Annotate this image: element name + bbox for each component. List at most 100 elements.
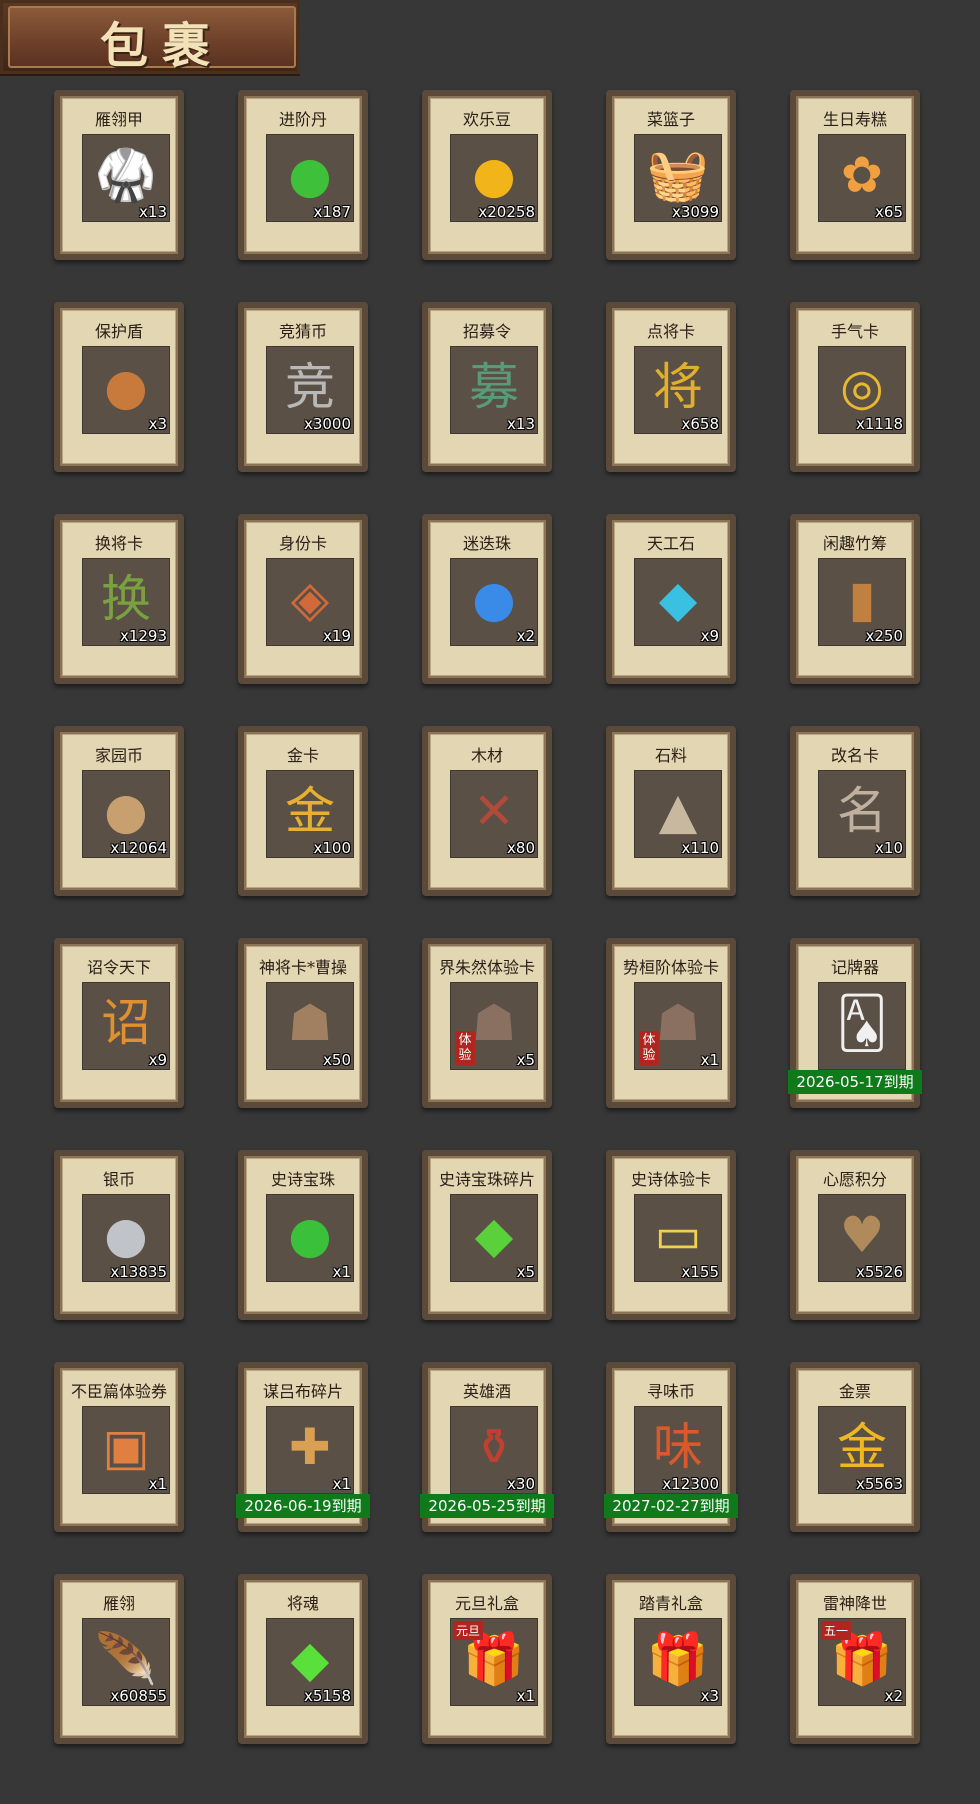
item-icon-frame: 🧺 x3099 — [634, 134, 722, 222]
item-name: 史诗宝珠 — [270, 1170, 335, 1189]
item-card[interactable]: 雁翎甲 🥋 x13 — [54, 90, 184, 260]
item-card[interactable]: 史诗体验卡 ▭ x155 — [606, 1150, 736, 1320]
item-quantity: x2 — [884, 1687, 903, 1705]
item-name: 保护盾 — [94, 322, 143, 341]
item-card[interactable]: 金卡金 x100 — [238, 726, 368, 896]
item-name: 菜篮子 — [646, 110, 695, 129]
item-card[interactable]: 换将卡换 x1293 — [54, 514, 184, 684]
item-quantity: x3000 — [303, 415, 351, 433]
recruit-token-icon: 募 — [469, 358, 519, 416]
item-card[interactable]: 神将卡*曹操 ☗ x50 — [238, 938, 368, 1108]
item-name: 势桓阶体验卡 — [622, 958, 719, 977]
item-card[interactable]: 天工石 ◆ x9 — [606, 514, 736, 684]
item-name: 银币 — [102, 1170, 135, 1189]
item-card[interactable]: 雷神降世 🎁 五一 x2 — [790, 1574, 920, 1744]
expiry-banner: 2027-02-27到期 — [604, 1494, 738, 1518]
item-icon-frame: ● x12064 — [82, 770, 170, 858]
armor-icon: 🥋 — [94, 146, 158, 204]
item-name: 石料 — [654, 746, 687, 765]
item-card[interactable]: 踏青礼盒 🎁 x3 — [606, 1574, 736, 1744]
item-icon-frame: ● x20258 — [450, 134, 538, 222]
item-icon-frame: ⚱ x30 — [450, 1406, 538, 1494]
item-icon-frame: 将 x658 — [634, 346, 722, 434]
item-name: 界朱然体验卡 — [438, 958, 535, 977]
item-icon-frame: ● x2 — [450, 558, 538, 646]
item-card[interactable]: 势桓阶体验卡 ☗ 体验 x1 — [606, 938, 736, 1108]
item-card[interactable]: 招募令募 x13 — [422, 302, 552, 472]
item-card[interactable]: 诏令天下诏 x9 — [54, 938, 184, 1108]
item-name: 迷迭珠 — [462, 534, 511, 553]
item-card[interactable]: 记牌器 🂡 2026-05-17到期 — [788, 938, 922, 1108]
item-card[interactable]: 家园币 ● x12064 — [54, 726, 184, 896]
shield-icon: ● — [104, 358, 148, 416]
item-card[interactable]: 身份卡 ◈ x19 — [238, 514, 368, 684]
item-quantity: x80 — [507, 839, 535, 857]
item-name: 家园币 — [94, 746, 143, 765]
item-card[interactable]: 石料 ▲ x110 — [606, 726, 736, 896]
item-card[interactable]: 寻味币味 x12300 2027-02-27到期 — [604, 1362, 738, 1532]
bamboo-token-icon: ▮ — [848, 570, 876, 628]
item-quantity: x20258 — [478, 203, 535, 221]
general-card-icon: 将 — [653, 358, 703, 416]
item-card[interactable]: 闲趣竹筹 ▮ x250 — [790, 514, 920, 684]
item-quantity: x1118 — [855, 415, 903, 433]
gold-beans-icon: ● — [472, 146, 516, 204]
item-quantity: x12300 — [662, 1475, 719, 1493]
item-card[interactable]: 不臣篇体验券 ▣ x1 — [54, 1362, 184, 1532]
item-card[interactable]: 迷迭珠 ● x2 — [422, 514, 552, 684]
item-card[interactable]: 点将卡将 x658 — [606, 302, 736, 472]
item-name: 踏青礼盒 — [638, 1594, 703, 1613]
item-icon-frame: ● x1 — [266, 1194, 354, 1282]
puzzle-piece-icon: ✚ — [289, 1418, 331, 1476]
item-card[interactable]: 手气卡 ◎ x1118 — [790, 302, 920, 472]
gold-ticket-icon: 金 — [837, 1418, 887, 1476]
item-card[interactable]: 欢乐豆 ● x20258 — [422, 90, 552, 260]
home-coin-icon: ● — [104, 782, 148, 840]
item-quantity: x2 — [516, 627, 535, 645]
item-quantity: x3 — [148, 415, 167, 433]
item-card[interactable]: 进阶丹 ● x187 — [238, 90, 368, 260]
item-card[interactable]: 生日寿糕 ✿ x65 — [790, 90, 920, 260]
item-name: 招募令 — [462, 322, 511, 341]
item-card[interactable]: 雁翎 🪶 x60855 — [54, 1574, 184, 1744]
item-quantity: x5563 — [855, 1475, 903, 1493]
item-card[interactable]: 史诗宝珠碎片 ◆ x5 — [422, 1150, 552, 1320]
item-icon-frame: 🎁 x3 — [634, 1618, 722, 1706]
item-name: 心愿积分 — [822, 1170, 887, 1189]
item-quantity: x658 — [681, 415, 719, 433]
item-name: 英雄酒 — [462, 1382, 511, 1401]
item-icon-frame: ✚ x1 — [266, 1406, 354, 1494]
item-card[interactable]: 菜篮子 🧺 x3099 — [606, 90, 736, 260]
item-card[interactable]: 心愿积分 ♥ x5526 — [790, 1150, 920, 1320]
expiry-banner: 2026-05-17到期 — [788, 1070, 922, 1094]
item-name: 点将卡 — [646, 322, 695, 341]
item-name: 谋吕布碎片 — [262, 1382, 343, 1401]
item-name: 史诗宝珠碎片 — [438, 1170, 535, 1189]
item-card[interactable]: 竞猜币竞 x3000 — [238, 302, 368, 472]
item-card[interactable]: 元旦礼盒 🎁 元旦 x1 — [422, 1574, 552, 1744]
item-card[interactable]: 改名卡名 x10 — [790, 726, 920, 896]
item-icon-frame: ◎ x1118 — [818, 346, 906, 434]
item-card[interactable]: 史诗宝珠 ● x1 — [238, 1150, 368, 1320]
item-name: 改名卡 — [830, 746, 879, 765]
item-quantity: x30 — [507, 1475, 535, 1493]
item-card[interactable]: 谋吕布碎片 ✚ x1 2026-06-19到期 — [236, 1362, 370, 1532]
item-name: 欢乐豆 — [462, 110, 511, 129]
flavor-coin-icon: 味 — [653, 1418, 703, 1476]
playing-cards-icon: 🂡 — [836, 994, 888, 1052]
item-card[interactable]: 金票金 x5563 — [790, 1362, 920, 1532]
item-icon-frame: 名 x10 — [818, 770, 906, 858]
item-quantity: x1 — [332, 1263, 351, 1281]
item-card[interactable]: 英雄酒 ⚱ x30 2026-05-25到期 — [420, 1362, 554, 1532]
item-icon-frame: 竞 x3000 — [266, 346, 354, 434]
item-name: 诏令天下 — [86, 958, 151, 977]
item-card[interactable]: 银币 ● x13835 — [54, 1150, 184, 1320]
item-card[interactable]: 将魂 ◆ x5158 — [238, 1574, 368, 1744]
item-icon-frame: 🂡 — [818, 982, 906, 1070]
item-card[interactable]: 木材 ✕ x80 — [422, 726, 552, 896]
gold-card-icon: 金 — [285, 782, 335, 840]
item-card[interactable]: 界朱然体验卡 ☗ 体验 x5 — [422, 938, 552, 1108]
feather-icon: 🪶 — [94, 1630, 158, 1688]
item-card[interactable]: 保护盾 ● x3 — [54, 302, 184, 472]
stone-icon: ▲ — [658, 782, 698, 840]
